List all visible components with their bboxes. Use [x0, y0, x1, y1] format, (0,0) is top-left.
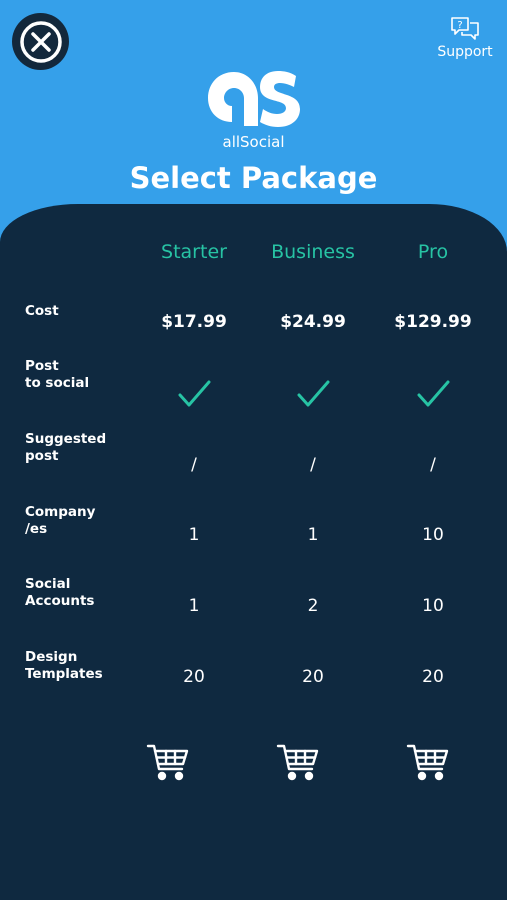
- support-button[interactable]: ? Support: [436, 16, 494, 60]
- design-templates-business: 20: [302, 667, 324, 687]
- cost-business: $24.99: [280, 312, 346, 332]
- row-label-suggested-post: Suggested post: [25, 431, 107, 464]
- companies-starter: 1: [188, 525, 200, 545]
- buy-business-button[interactable]: [276, 742, 320, 782]
- allsocial-logo: [208, 71, 300, 127]
- brand-name: allSocial: [222, 133, 285, 151]
- row-label-companies: Company /es: [25, 504, 96, 537]
- shopping-cart-icon: [146, 744, 189, 781]
- check-icon: [297, 380, 330, 407]
- close-icon: [19, 20, 62, 63]
- row-label-design-templates: Design Templates: [25, 649, 103, 682]
- companies-pro: 10: [422, 525, 444, 545]
- close-button[interactable]: [12, 13, 69, 70]
- social-accounts-pro: 10: [422, 596, 444, 616]
- cost-pro: $129.99: [394, 312, 472, 332]
- suggested-post-starter: /: [191, 455, 197, 475]
- plan-header-business: Business: [271, 241, 355, 263]
- page-title: Select Package: [129, 161, 378, 195]
- row-label-post-to-social: Post to social: [25, 358, 90, 391]
- check-icon: [178, 380, 211, 407]
- row-label-social-accounts: Social Accounts: [25, 576, 95, 609]
- suggested-post-pro: /: [430, 455, 436, 475]
- companies-business: 1: [307, 525, 319, 545]
- shopping-cart-icon: [406, 744, 449, 781]
- row-label-cost: Cost: [25, 303, 59, 319]
- svg-text:?: ?: [457, 20, 462, 31]
- support-label: Support: [437, 44, 493, 60]
- suggested-post-business: /: [310, 455, 316, 475]
- plan-header-pro: Pro: [417, 241, 449, 263]
- cost-starter: $17.99: [161, 312, 227, 332]
- buy-pro-button[interactable]: [406, 742, 450, 782]
- plan-header-starter: Starter: [161, 241, 227, 263]
- chat-question-icon: ?: [451, 17, 479, 40]
- check-icon: [417, 380, 450, 407]
- social-accounts-business: 2: [307, 596, 319, 616]
- social-accounts-starter: 1: [188, 596, 200, 616]
- design-templates-starter: 20: [183, 667, 205, 687]
- shopping-cart-icon: [276, 744, 319, 781]
- buy-starter-button[interactable]: [146, 742, 190, 782]
- design-templates-pro: 20: [422, 667, 444, 687]
